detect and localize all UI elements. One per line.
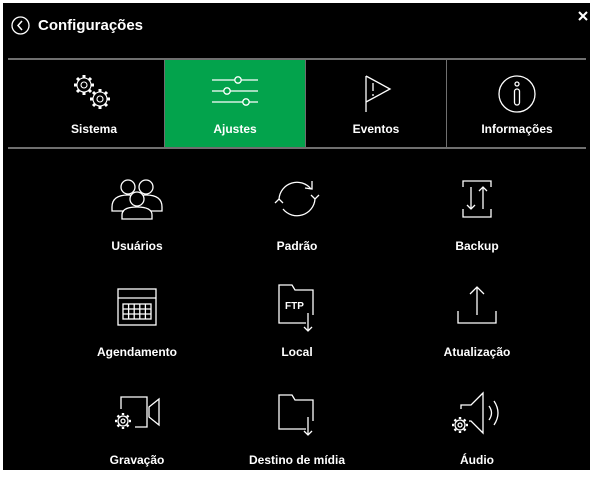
item-label: Backup: [455, 239, 499, 253]
tab-eventos[interactable]: Eventos: [306, 60, 446, 147]
item-local[interactable]: FTP Local: [217, 283, 377, 373]
page-title: Configurações: [38, 17, 144, 34]
item-padrao[interactable]: Padrão: [217, 177, 377, 267]
schedule-icon: [117, 288, 157, 326]
tab-label: Eventos: [352, 122, 400, 136]
users-icon: [111, 179, 163, 220]
item-usuarios[interactable]: Usuários: [57, 177, 217, 267]
item-label: Usuários: [111, 239, 163, 253]
backup-icon: [462, 180, 492, 218]
item-label: Local: [281, 345, 313, 359]
warning-flag-icon: [365, 75, 392, 112]
item-gravacao[interactable]: Gravação: [57, 391, 217, 481]
item-label: Destino de mídia: [248, 453, 346, 467]
item-backup[interactable]: Backup: [397, 177, 557, 267]
ftp-label: FTP: [285, 301, 304, 312]
item-label: Áudio: [460, 453, 494, 467]
sliders-icon: [212, 76, 258, 106]
settings-tabs: Sistema Ajustes Eventos Informações: [8, 58, 586, 149]
item-label: Padrão: [276, 239, 318, 253]
back-icon[interactable]: [11, 16, 30, 35]
tab-label: Sistema: [70, 122, 118, 136]
audio-icon: [452, 391, 499, 435]
item-atualizacao[interactable]: Atualização: [397, 283, 557, 373]
item-label: Gravação: [109, 453, 165, 467]
tab-label: Ajustes: [213, 122, 257, 136]
tab-sistema[interactable]: Sistema: [24, 60, 164, 147]
info-icon: [498, 75, 536, 113]
item-label: Agendamento: [96, 345, 177, 359]
media-folder-icon: [278, 394, 314, 436]
item-agendamento[interactable]: Agendamento: [57, 283, 217, 373]
header: Configurações: [3, 3, 590, 47]
item-label: Atualização: [443, 345, 511, 359]
item-destino-de-midia[interactable]: Destino de mídia: [217, 391, 377, 481]
tab-informacoes[interactable]: Informações: [447, 60, 587, 147]
tab-label: Informações: [481, 122, 553, 136]
record-camera-icon: [115, 396, 160, 429]
item-audio[interactable]: Áudio: [397, 391, 557, 481]
refresh-icon: [274, 181, 320, 217]
tab-ajustes[interactable]: Ajustes: [165, 60, 305, 147]
ftp-folder-icon: FTP: [278, 284, 314, 332]
settings-panel: Configurações Sistema Ajustes Eventos In…: [3, 3, 590, 470]
upload-icon: [457, 286, 497, 324]
gears-icon: [74, 75, 110, 109]
close-icon[interactable]: [576, 9, 590, 23]
